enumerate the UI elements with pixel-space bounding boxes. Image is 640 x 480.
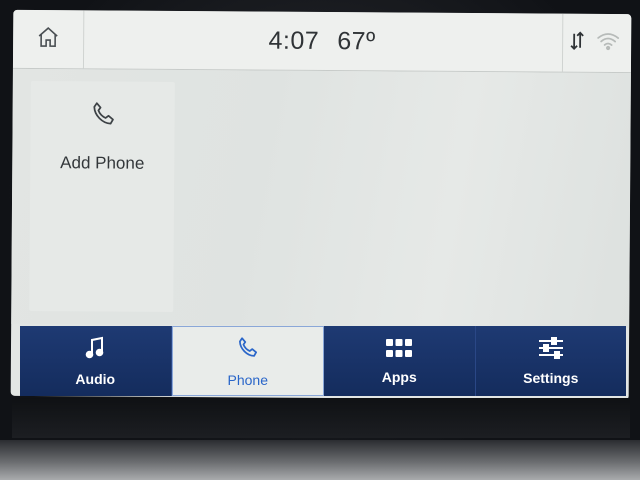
nav-label-audio: Audio	[75, 370, 116, 387]
screen-lower-frame	[12, 398, 630, 438]
outside-temperature: 67º	[337, 26, 376, 55]
home-icon	[36, 25, 60, 54]
nav-label-settings: Settings	[523, 369, 579, 386]
phone-icon	[235, 335, 261, 364]
phone-content-area: Add Phone	[11, 68, 631, 329]
nav-label-phone: Phone	[227, 371, 268, 388]
sliders-icon	[537, 336, 565, 362]
clock: 4:07	[268, 26, 320, 55]
home-button[interactable]	[12, 9, 85, 69]
add-phone-label: Add Phone	[60, 153, 145, 173]
nav-tab-phone[interactable]: Phone	[171, 326, 324, 396]
bottom-nav-bar: Audio Phone Apps Settings	[20, 326, 626, 396]
status-icons	[561, 13, 626, 73]
nav-label-apps: Apps	[381, 368, 417, 385]
clock-temperature: 4:07 67º	[13, 10, 631, 72]
wifi-icon	[596, 30, 620, 55]
nav-tab-apps[interactable]: Apps	[324, 326, 476, 396]
add-phone-button[interactable]: Add Phone	[29, 80, 175, 312]
music-note-icon	[84, 336, 106, 363]
status-bar: 4:07 67º	[12, 9, 632, 74]
nav-tab-settings[interactable]: Settings	[476, 326, 627, 396]
data-transfer-icon	[569, 28, 585, 57]
device-trim	[0, 440, 640, 480]
phone-icon	[88, 99, 118, 134]
apps-grid-icon	[385, 338, 413, 361]
nav-tab-audio[interactable]: Audio	[20, 326, 172, 396]
